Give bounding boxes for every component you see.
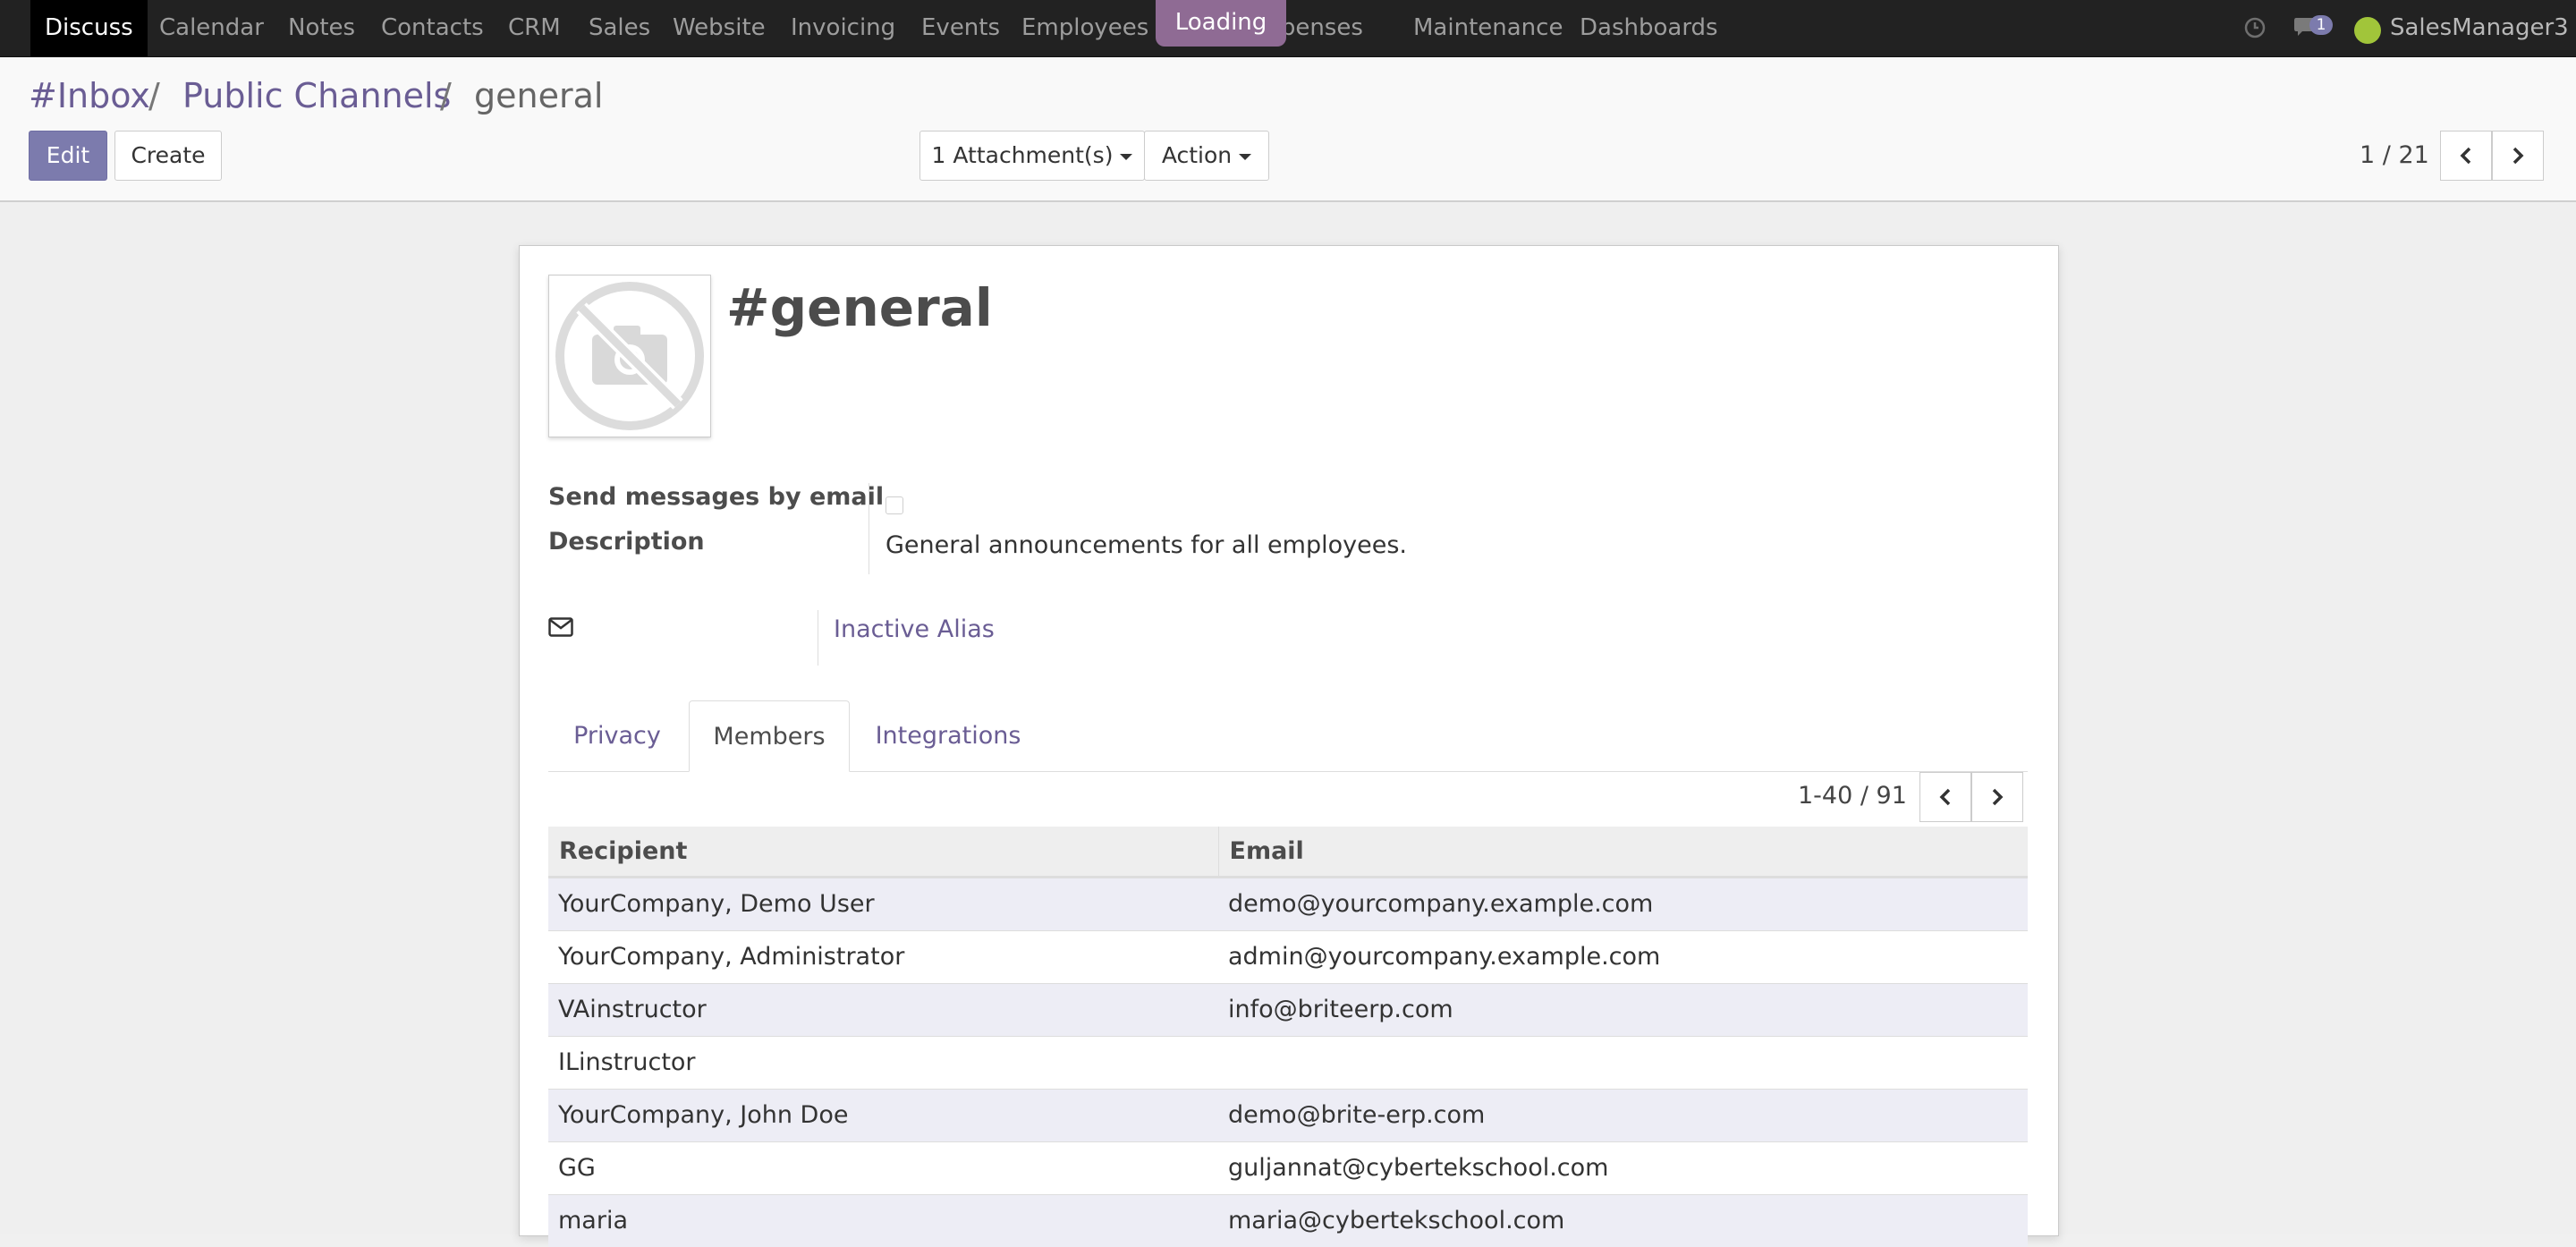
tab-privacy[interactable]: Privacy [548,700,686,772]
chevron-right-icon [1992,788,2004,806]
recipient-cell: ILinstructor [548,1035,1218,1089]
breadcrumb-current: general [474,76,604,115]
avatar[interactable] [2354,17,2381,44]
breadcrumb-separator: / [440,76,452,115]
email-cell: info@briteerp.com [1218,982,2028,1036]
menu-website[interactable]: Website [673,0,766,56]
breadcrumb-inbox[interactable]: #Inbox [29,75,150,116]
column-header-recipient[interactable]: Recipient [548,827,1218,878]
recipient-cell: YourCompany, Demo User [548,876,1218,930]
pager-next-button[interactable] [2492,131,2544,181]
menu-contacts[interactable]: Contacts [381,0,484,56]
menu-dashboards[interactable]: Dashboards [1580,0,1718,56]
caret-down-icon [1239,153,1252,160]
edit-button[interactable]: Edit [29,131,107,181]
email-cell: demo@yourcompany.example.com [1218,876,2028,930]
table-row[interactable]: VAinstructor info@briteerp.com [548,982,2028,1036]
send-by-email-checkbox[interactable] [886,496,903,514]
menu-invoicing[interactable]: Invoicing [791,0,895,56]
loading-indicator: Loading [1156,0,1286,47]
description-value[interactable]: General announcements for all employees. [886,531,1407,559]
no-image-icon [555,282,704,430]
envelope-icon [548,617,573,640]
chevron-left-icon [2460,147,2471,165]
user-menu[interactable]: SalesManager3 [2390,0,2569,56]
menu-crm[interactable]: CRM [508,0,561,56]
table-row[interactable]: GG guljannat@cybertekschool.com [548,1141,2028,1194]
menu-discuss[interactable]: Discuss [30,0,148,56]
breadcrumb-separator: / [148,76,160,115]
breadcrumb-public-channels[interactable]: Public Channels [182,75,451,116]
email-cell: maria@cybertekschool.com [1218,1193,2028,1247]
description-label: Description [548,528,705,556]
record-pager-value[interactable]: 1 / 21 [2360,141,2429,169]
caret-down-icon [1120,153,1133,160]
send-by-email-label: Send messages by email [548,483,885,511]
menu-sales[interactable]: Sales [589,0,650,56]
table-row[interactable]: YourCompany, Administrator admin@yourcom… [548,929,2028,983]
column-header-email[interactable]: Email [1217,827,2028,878]
action-dropdown[interactable]: Action [1144,131,1269,181]
recipient-cell: GG [548,1141,1218,1194]
recipient-cell: maria [548,1193,1218,1247]
email-cell: admin@yourcompany.example.com [1218,929,2028,983]
email-cell: demo@brite-erp.com [1218,1088,2028,1141]
tab-integrations[interactable]: Integrations [864,700,1032,772]
table-row[interactable]: maria maria@cybertekschool.com [548,1193,2028,1247]
members-table: Recipient Email YourCompany, Demo User d… [548,827,2028,1247]
pager-previous-button[interactable] [2440,131,2492,181]
menu-maintenance[interactable]: Maintenance [1413,0,1563,56]
menu-calendar[interactable]: Calendar [159,0,264,56]
recipient-cell: VAinstructor [548,982,1218,1036]
table-row[interactable]: YourCompany, John Doe demo@brite-erp.com [548,1088,2028,1141]
clock-icon[interactable] [2243,16,2267,43]
action-label: Action [1161,142,1233,168]
channel-title: #general [726,277,993,338]
menu-employees[interactable]: Employees [1021,0,1148,56]
top-navbar: Discuss Calendar Notes Contacts CRM Sale… [0,0,2576,57]
attachments-dropdown[interactable]: 1 Attachment(s) [919,131,1145,181]
menu-events[interactable]: Events [921,0,1000,56]
menu-notes[interactable]: Notes [288,0,355,56]
attachments-label: 1 Attachment(s) [931,142,1114,168]
members-pager-next-button[interactable] [1971,772,2023,822]
message-count-badge: 1 [2309,15,2333,35]
members-pager-previous-button[interactable] [1919,772,1971,822]
chevron-right-icon [2512,147,2524,165]
recipient-cell: YourCompany, Administrator [548,929,1218,983]
recipient-cell: YourCompany, John Doe [548,1088,1218,1141]
table-header-row: Recipient Email [548,827,2028,878]
create-button[interactable]: Create [114,131,222,181]
control-panel: #Inbox / Public Channels / general Edit … [0,57,2576,202]
table-row[interactable]: ILinstructor [548,1035,2028,1089]
channel-image[interactable] [548,275,711,437]
table-row[interactable]: YourCompany, Demo User demo@yourcompany.… [548,876,2028,930]
alias-link[interactable]: Inactive Alias [834,615,995,643]
tab-members[interactable]: Members [689,700,850,772]
members-pager-value[interactable]: 1-40 / 91 [1798,782,1907,810]
chevron-left-icon [1939,788,1951,806]
email-cell [1218,1035,2028,1089]
email-cell: guljannat@cybertekschool.com [1218,1141,2028,1194]
